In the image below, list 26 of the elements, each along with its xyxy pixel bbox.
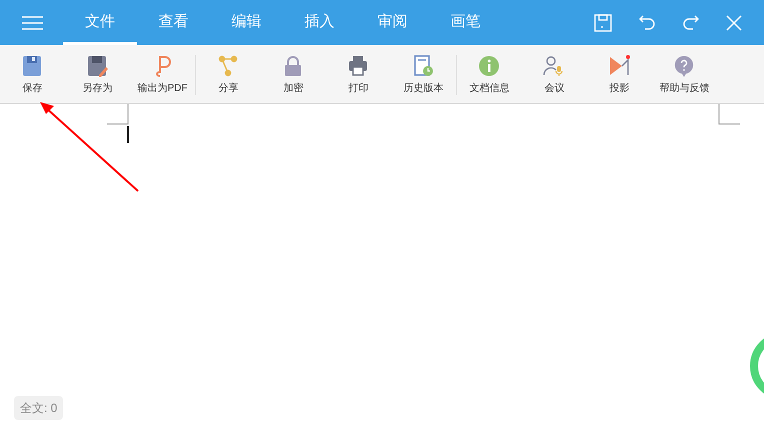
undo-icon[interactable] — [638, 14, 656, 32]
printer-icon — [347, 55, 370, 77]
close-icon[interactable] — [726, 14, 742, 30]
toolbar-button[interactable]: 加密 — [261, 55, 326, 96]
toolbar-button[interactable]: 输出为PDF — [130, 55, 195, 96]
toolbar-button[interactable]: 打印 — [326, 55, 391, 96]
word-count: 全文: 0 — [14, 396, 64, 420]
corner-mark — [107, 104, 129, 125]
document-clock-icon — [412, 55, 435, 77]
corner-mark — [718, 104, 740, 125]
toolbar-button[interactable]: 另存为 — [65, 55, 130, 96]
toolbar-button[interactable]: 保存 — [0, 55, 65, 96]
toolbar-button[interactable]: 投影 — [587, 55, 652, 96]
toolbar-button[interactable]: 文档信息 — [457, 55, 522, 96]
toolbar-button[interactable]: 会议 — [522, 55, 587, 96]
save-icon[interactable] — [594, 14, 612, 32]
info-icon — [478, 55, 501, 77]
menu-icon[interactable] — [22, 16, 43, 30]
floppy-pen-icon — [86, 55, 109, 77]
toolbar-button[interactable]: 分享 — [196, 55, 261, 96]
text-cursor — [127, 126, 129, 143]
share-icon — [217, 55, 240, 77]
redo-icon[interactable] — [682, 14, 700, 32]
help-icon — [673, 55, 696, 77]
toolbar-button[interactable]: 帮助与反馈 — [652, 55, 717, 96]
toolbar-button[interactable]: 历史版本 — [391, 55, 456, 96]
